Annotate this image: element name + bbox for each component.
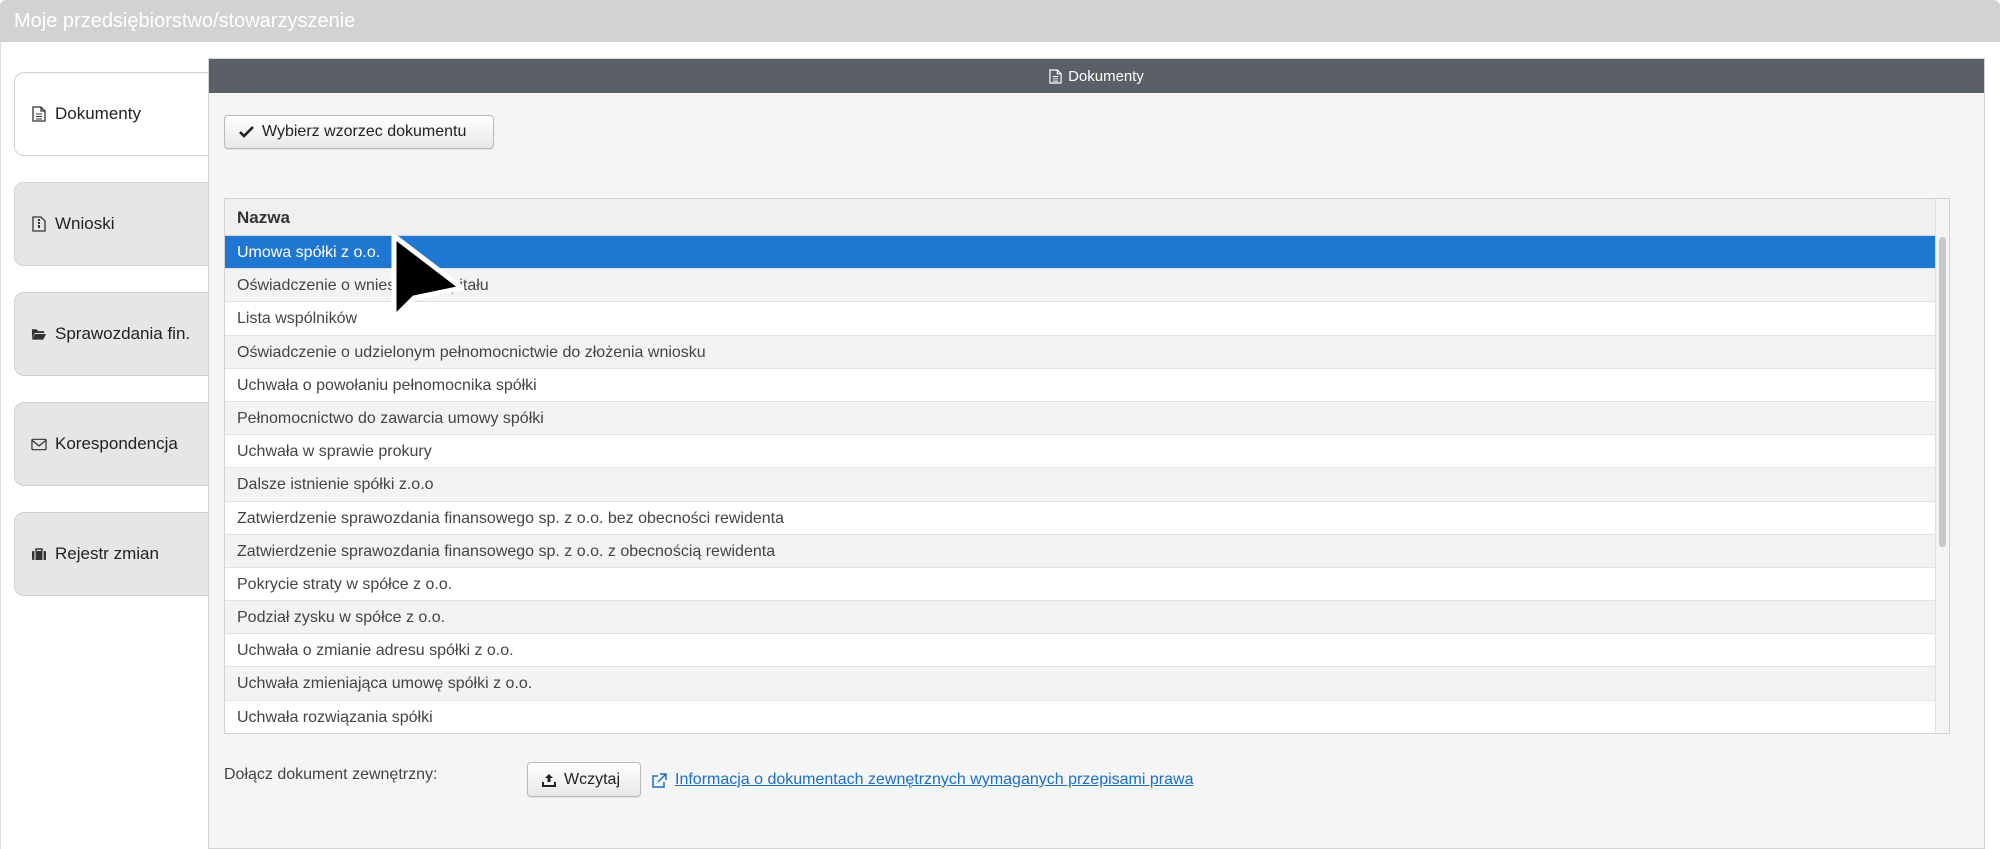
- tab-rejestr-zmian[interactable]: Rejestr zmian: [14, 512, 209, 596]
- tab-korespondencja[interactable]: Korespondencja: [14, 402, 209, 486]
- tab-label: Rejestr zmian: [55, 544, 159, 563]
- table-row[interactable]: Uchwała zmieniająca umowę spółki z o.o.: [225, 667, 1937, 701]
- table-row[interactable]: Uchwała o powołaniu pełnomocnika spółki: [225, 368, 1937, 402]
- documents-table: Nazwa Umowa spółki z o.o. Oświadczenie o …: [224, 198, 1950, 734]
- tab-label: Sprawozdania fin.: [55, 324, 191, 343]
- tab-sprawozdania[interactable]: Sprawozdania fin.: [14, 292, 209, 376]
- column-header-nazwa[interactable]: Nazwa: [225, 199, 1937, 236]
- upload-label: Wczytaj: [564, 770, 620, 788]
- tab-label: Dokumenty: [55, 104, 141, 123]
- window-title: Moje przedsiębiorstwo/stowarzyszenie: [0, 0, 2000, 42]
- check-icon: [239, 126, 254, 138]
- briefcase-icon: [31, 546, 47, 562]
- scrollbar-thumb[interactable]: [1939, 237, 1946, 547]
- mouse-pointer-icon: [391, 233, 465, 321]
- folder-open-icon: [31, 326, 47, 342]
- table-row[interactable]: Oświadczenie o udzielonym pełnomocnictwi…: [225, 335, 1937, 369]
- tab-label: Wnioski: [55, 214, 115, 233]
- choose-template-button[interactable]: Wybierz wzorzec dokumentu: [224, 115, 494, 149]
- file-icon: [1049, 68, 1062, 84]
- table-row[interactable]: Uchwała o zmianie adresu spółki z o.o.: [225, 634, 1937, 668]
- table-row[interactable]: Podział zysku w spółce z o.o.: [225, 601, 1937, 635]
- table-row[interactable]: Lista wspólników: [225, 302, 1937, 336]
- external-link-icon: [652, 772, 667, 788]
- tab-label: Korespondencja: [55, 434, 178, 453]
- file-zip-icon: [31, 216, 47, 232]
- attach-label: Dołącz dokument zewnętrzny:: [224, 766, 438, 783]
- external-docs-link[interactable]: Informacja o dokumentach zewnętrznych wy…: [652, 771, 1193, 789]
- envelope-icon: [31, 436, 47, 452]
- external-docs-link-label: Informacja o dokumentach zewnętrznych wy…: [675, 771, 1194, 788]
- upload-button[interactable]: Wczytaj: [527, 762, 641, 797]
- tab-wnioski[interactable]: Wnioski: [14, 182, 209, 266]
- panel-header: Dokumenty: [209, 59, 1984, 93]
- table-row[interactable]: Pełnomocnictwo do zawarcia umowy spółki: [225, 401, 1937, 436]
- choose-template-label: Wybierz wzorzec dokumentu: [262, 123, 467, 140]
- table-row[interactable]: Umowa spółki z o.o.: [225, 236, 1937, 270]
- table-scrollbar[interactable]: [1935, 199, 1949, 733]
- table-row[interactable]: Pokrycie straty w spółce z o.o.: [225, 567, 1937, 602]
- tab-dokumenty[interactable]: Dokumenty: [14, 72, 209, 156]
- upload-icon: [542, 773, 556, 787]
- table-row[interactable]: Uchwała rozwiązania spółki: [225, 700, 1937, 733]
- table-row[interactable]: Uchwała w sprawie prokury: [225, 435, 1937, 469]
- table-row[interactable]: Oświadczenie o wniesieniu kapitału: [225, 269, 1937, 303]
- file-icon: [31, 106, 47, 122]
- table-body: Umowa spółki z o.o. Oświadczenie o wniesi…: [225, 236, 1949, 733]
- panel-title: Dokumenty: [1068, 67, 1144, 85]
- table-row[interactable]: Zatwierdzenie sprawozdania finansowego s…: [225, 501, 1937, 535]
- table-row[interactable]: Dalsze istnienie spółki z.o.o: [225, 468, 1937, 502]
- table-row[interactable]: Zatwierdzenie sprawozdania finansowego s…: [225, 534, 1937, 568]
